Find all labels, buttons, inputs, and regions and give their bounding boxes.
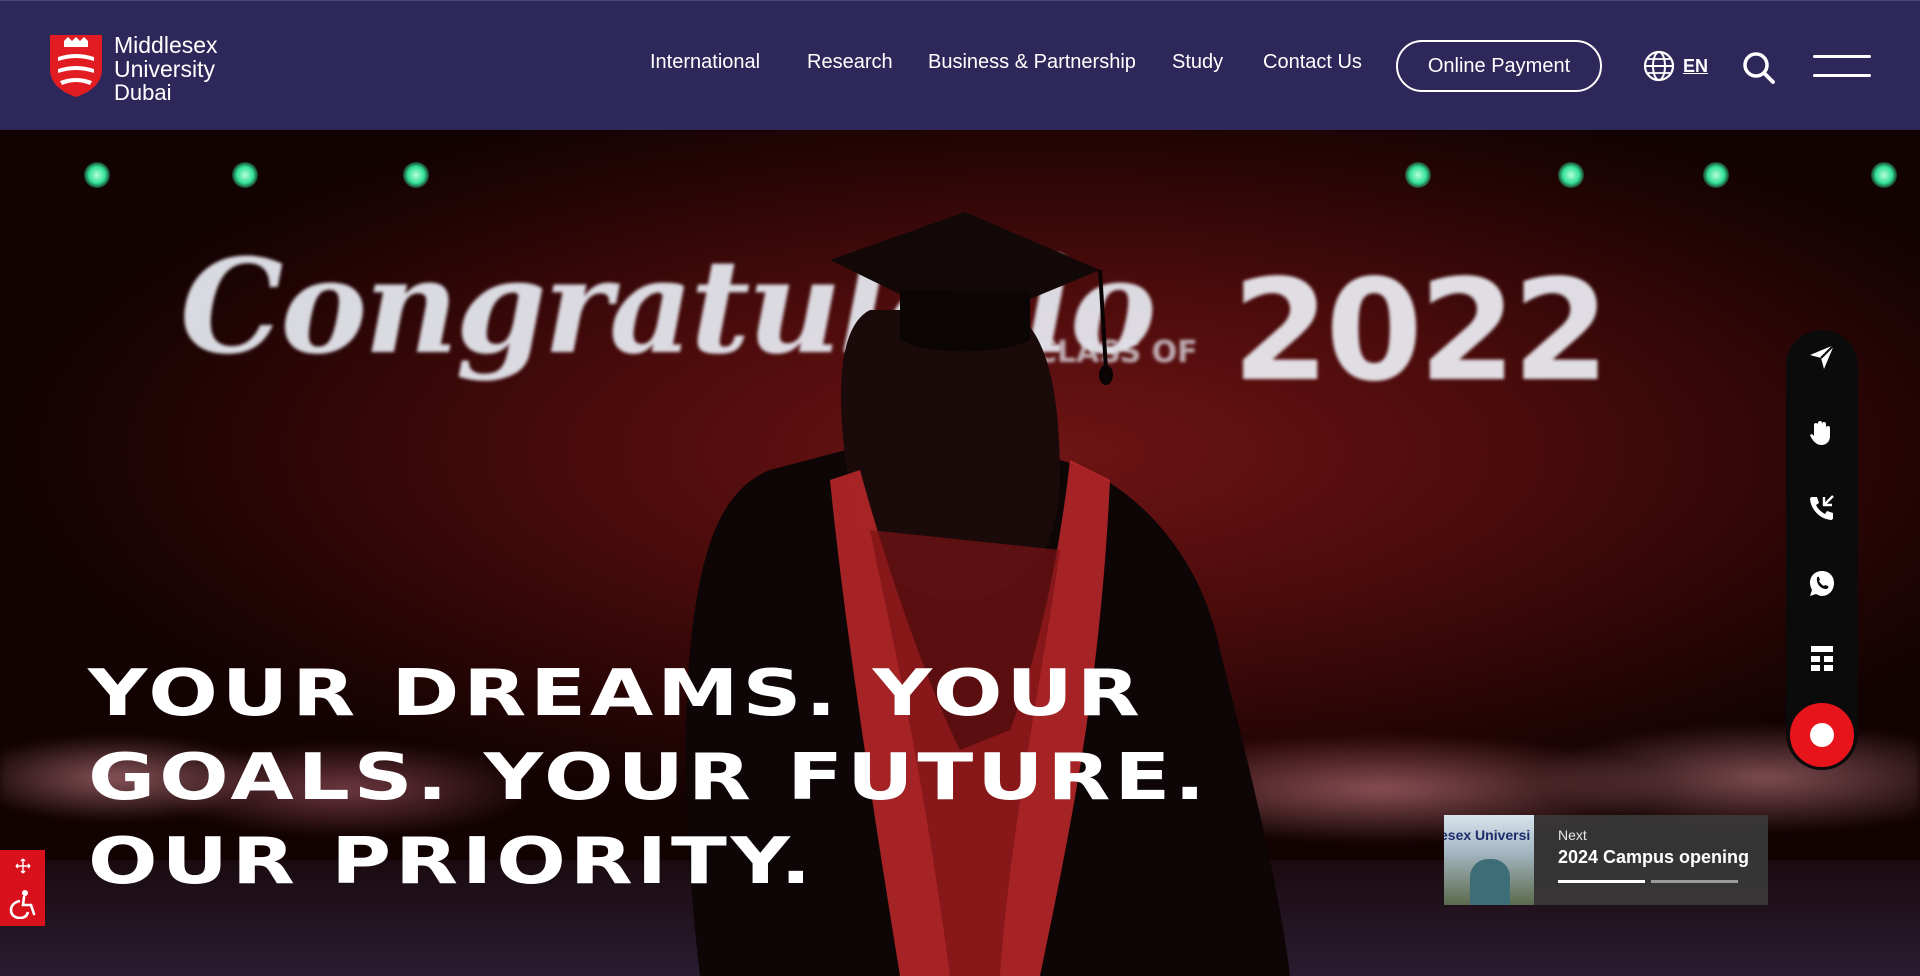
- nav-business-partnership[interactable]: Business & Partnership: [928, 51, 1136, 74]
- language-switcher[interactable]: EN: [1643, 50, 1708, 82]
- slide-progress-active: [1558, 880, 1645, 883]
- nav-research[interactable]: Research: [807, 51, 893, 74]
- chat-bot-icon: [1810, 723, 1834, 747]
- hero-headline: YOUR DREAMS. YOUR GOALS. YOUR FUTURE. OU…: [88, 652, 1209, 904]
- hamburger-menu-icon[interactable]: [1813, 55, 1871, 79]
- whatsapp-icon[interactable]: [1802, 563, 1842, 603]
- logo-line-3: Dubai: [114, 80, 172, 105]
- nav-international[interactable]: International: [650, 51, 760, 74]
- sitemap-icon[interactable]: [1802, 638, 1842, 678]
- move-arrows-icon: [15, 858, 30, 873]
- chat-bot-button[interactable]: [1787, 700, 1857, 770]
- search-icon[interactable]: [1742, 51, 1776, 85]
- language-label: EN: [1683, 55, 1709, 76]
- next-label: Next: [1558, 827, 1587, 843]
- send-icon[interactable]: [1802, 337, 1842, 377]
- logo-line-1: Middlesex: [114, 32, 218, 58]
- hero-headline-line-3: OUR PRIORITY.: [88, 825, 816, 899]
- hero-headline-line-2: GOALS. YOUR FUTURE.: [88, 741, 1210, 815]
- nav-contact-us[interactable]: Contact Us: [1263, 51, 1362, 74]
- next-slide-card[interactable]: esex Universi Next 2024 Campus opening: [1444, 815, 1768, 905]
- site-header: Middlesex University Dubai International…: [0, 0, 1920, 130]
- thumbnail-sign-text: esex Universi: [1444, 827, 1531, 843]
- logo-wordmark: Middlesex University Dubai: [114, 33, 218, 105]
- online-payment-button[interactable]: Online Payment: [1396, 40, 1602, 92]
- accessibility-widget[interactable]: [0, 850, 45, 926]
- phone-callback-icon[interactable]: [1802, 488, 1842, 528]
- slide-progress: [1558, 880, 1738, 883]
- logo-line-2: University: [114, 56, 215, 82]
- globe-icon: [1643, 50, 1675, 82]
- raised-hand-icon[interactable]: [1802, 412, 1842, 452]
- hero-headline-line-1: YOUR DREAMS. YOUR: [88, 657, 1144, 731]
- next-slide-title: 2024 Campus opening: [1558, 847, 1750, 867]
- nav-study[interactable]: Study: [1172, 51, 1223, 74]
- site-logo[interactable]: Middlesex University Dubai: [48, 33, 218, 105]
- wheelchair-icon: [9, 889, 35, 919]
- slide-progress-inactive: [1651, 880, 1738, 883]
- next-slide-thumbnail: esex Universi: [1444, 815, 1534, 905]
- crest-icon: [50, 35, 102, 97]
